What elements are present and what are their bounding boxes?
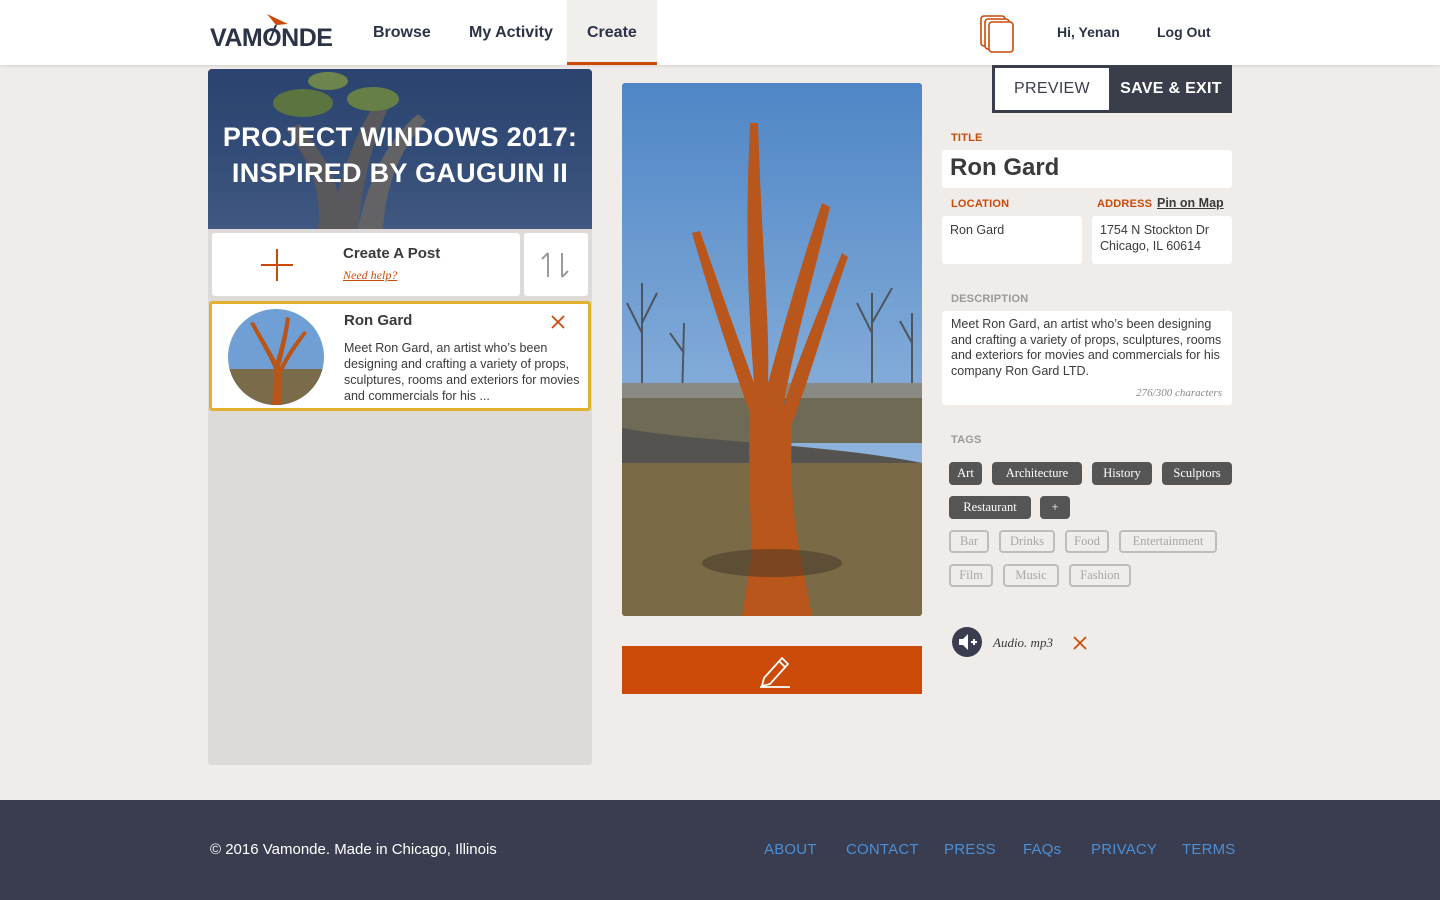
- title-field[interactable]: Ron Gard: [942, 150, 1232, 188]
- posts-panel: PROJECT WINDOWS 2017: INSPIRED BY GAUGUI…: [208, 69, 592, 765]
- preview-button[interactable]: PREVIEW: [992, 65, 1112, 113]
- address-field[interactable]: 1754 N Stockton Dr Chicago, IL 60614: [1092, 216, 1232, 264]
- tag-history[interactable]: History: [1092, 462, 1152, 485]
- tag-sculptors[interactable]: Sculptors: [1162, 462, 1232, 485]
- logout-link[interactable]: Log Out: [1157, 24, 1211, 40]
- title-value: Ron Gard: [950, 154, 1060, 181]
- tag-suggestion-drinks[interactable]: Drinks: [999, 530, 1055, 553]
- tag-suggestion-film[interactable]: Film: [949, 564, 993, 587]
- create-post-label: Create A Post: [343, 245, 441, 262]
- footer-link-contact[interactable]: CONTACT: [846, 841, 919, 858]
- tag-suggestion-food[interactable]: Food: [1065, 530, 1109, 553]
- tag-suggestion-music[interactable]: Music: [1003, 564, 1059, 587]
- project-title: PROJECT WINDOWS 2017: INSPIRED BY GAUGUI…: [222, 122, 578, 188]
- remove-audio-icon[interactable]: [1073, 636, 1087, 650]
- plus-icon: [261, 249, 293, 281]
- tag-restaurant[interactable]: Restaurant: [949, 496, 1031, 519]
- description-value: Meet Ron Gard, an artist who’s been desi…: [951, 317, 1222, 378]
- address-label: ADDRESS: [1097, 198, 1153, 210]
- nav-create[interactable]: Create: [567, 0, 657, 65]
- character-count: 276/300 characters: [1136, 387, 1222, 399]
- tag-suggestion-entertainment[interactable]: Entertainment: [1119, 530, 1217, 553]
- create-post-card[interactable]: Create A Post Need help?: [212, 233, 520, 296]
- address-line-2: Chicago, IL 60614: [1100, 239, 1202, 253]
- title-label: TITLE: [951, 132, 983, 144]
- need-help-link[interactable]: Need help?: [343, 268, 397, 283]
- audio-file-name: Audio. mp3: [993, 635, 1053, 650]
- address-line-1: 1754 N Stockton Dr: [1100, 223, 1210, 237]
- project-hero[interactable]: PROJECT WINDOWS 2017: INSPIRED BY GAUGUI…: [208, 69, 592, 229]
- reorder-button[interactable]: [524, 233, 588, 296]
- tag-suggestion-fashion[interactable]: Fashion: [1069, 564, 1131, 587]
- tag-suggestion-bar[interactable]: Bar: [949, 530, 989, 553]
- post-excerpt: Meet Ron Gard, an artist who’s been desi…: [344, 341, 580, 403]
- post-title: Ron Gard: [344, 312, 413, 329]
- add-tag-button[interactable]: +: [1040, 496, 1070, 519]
- nav-my-activity[interactable]: My Activity: [469, 0, 553, 65]
- address-value: 1754 N Stockton Dr Chicago, IL 60614: [1100, 222, 1209, 254]
- description-field[interactable]: Meet Ron Gard, an artist who’s been desi…: [942, 311, 1232, 405]
- edit-photo-button[interactable]: [622, 646, 922, 694]
- footer: © 2016 Vamonde. Made in Chicago, Illinoi…: [0, 800, 1440, 900]
- tag-art[interactable]: Art: [949, 462, 982, 485]
- footer-link-press[interactable]: PRESS: [944, 841, 996, 858]
- post-photo[interactable]: [622, 83, 922, 616]
- post-thumbnail: [228, 309, 324, 405]
- top-navigation-bar: VAMONDE Browse My Activity Create Hi, Ye…: [0, 0, 1440, 65]
- post-list-item[interactable]: Ron Gard Meet Ron Gard, an artist who’s …: [209, 301, 591, 411]
- user-greeting[interactable]: Hi, Yenan: [1057, 24, 1120, 40]
- location-field[interactable]: Ron Gard: [942, 216, 1082, 264]
- description-label: DESCRIPTION: [951, 293, 1029, 305]
- logo-pin-icon: [267, 14, 288, 41]
- copyright-text: © 2016 Vamonde. Made in Chicago, Illinoi…: [210, 841, 497, 858]
- tags-label: TAGS: [951, 434, 982, 446]
- footer-link-privacy[interactable]: PRIVACY: [1091, 841, 1157, 858]
- audio-speaker-icon[interactable]: [951, 626, 983, 658]
- save-exit-button[interactable]: SAVE & EXIT: [1110, 65, 1232, 113]
- pin-on-map-link[interactable]: Pin on Map: [1157, 196, 1224, 210]
- footer-link-about[interactable]: ABOUT: [764, 841, 817, 858]
- location-label: LOCATION: [951, 198, 1010, 210]
- sculpture-image: [622, 83, 922, 616]
- pencil-icon: [760, 656, 790, 688]
- vamonde-logo[interactable]: VAMONDE: [210, 12, 334, 52]
- location-value: Ron Gard: [950, 223, 1005, 237]
- nav-browse[interactable]: Browse: [373, 0, 431, 65]
- close-icon[interactable]: [550, 314, 566, 330]
- sort-arrows-icon: [541, 252, 569, 278]
- footer-link-terms[interactable]: TERMS: [1182, 841, 1236, 858]
- collections-icon[interactable]: [979, 14, 1015, 54]
- footer-link-faqs[interactable]: FAQs: [1023, 841, 1061, 858]
- tag-architecture[interactable]: Architecture: [992, 462, 1082, 485]
